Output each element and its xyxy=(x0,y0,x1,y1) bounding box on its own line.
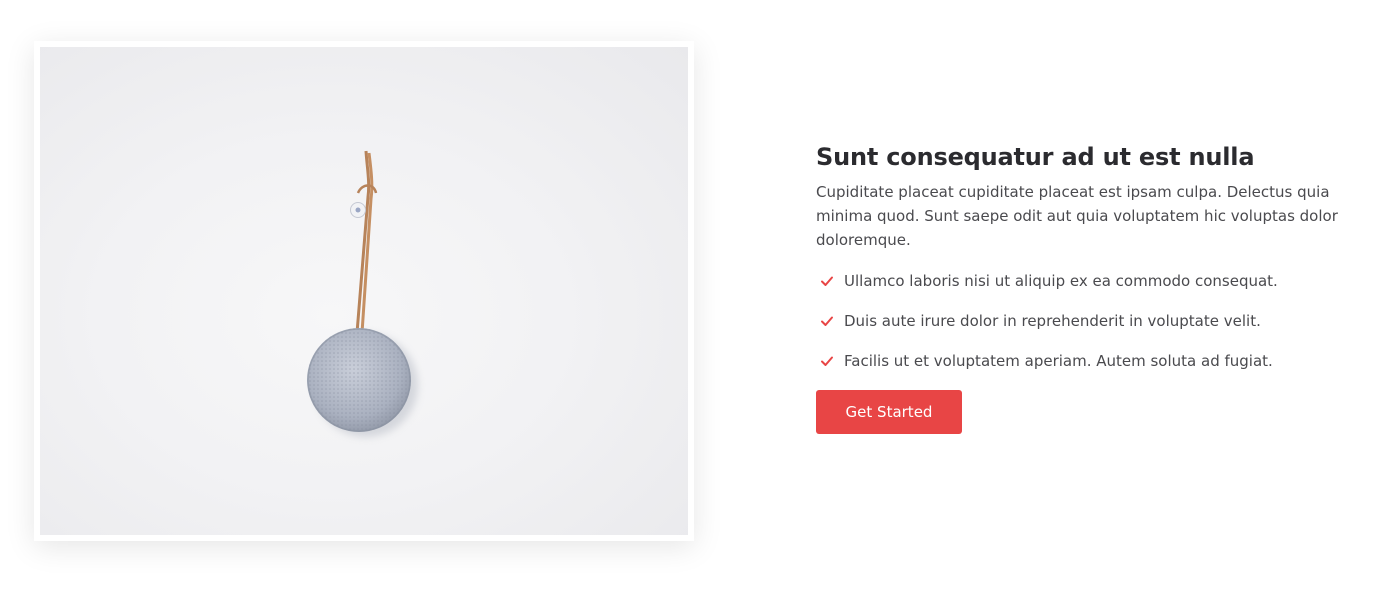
feature-text: Ullamco laboris nisi ut aliquip ex ea co… xyxy=(844,272,1278,290)
check-icon xyxy=(821,276,833,286)
feature-item: Facilis ut et voluptatem aperiam. Autem … xyxy=(816,349,1346,373)
feature-item: Ullamco laboris nisi ut aliquip ex ea co… xyxy=(816,269,1346,293)
check-icon xyxy=(821,356,833,366)
section-description: Cupiditate placeat cupiditate placeat es… xyxy=(816,183,1338,249)
about-content: Sunt consequatur ad ut est nulla Cupidit… xyxy=(816,140,1346,434)
get-started-button[interactable]: Get Started xyxy=(816,390,962,434)
check-icon xyxy=(821,316,833,326)
about-section: Sunt consequatur ad ut est nulla Cupidit… xyxy=(0,0,1383,589)
product-image-frame xyxy=(34,41,694,541)
section-title: Sunt consequatur ad ut est nulla xyxy=(816,143,1255,171)
product-photo-speaker xyxy=(40,47,688,535)
feature-text: Facilis ut et voluptatem aperiam. Autem … xyxy=(844,352,1273,370)
feature-item: Duis aute irure dolor in reprehenderit i… xyxy=(816,309,1346,333)
feature-text: Duis aute irure dolor in reprehenderit i… xyxy=(844,312,1261,330)
feature-list: Ullamco laboris nisi ut aliquip ex ea co… xyxy=(816,269,1346,373)
